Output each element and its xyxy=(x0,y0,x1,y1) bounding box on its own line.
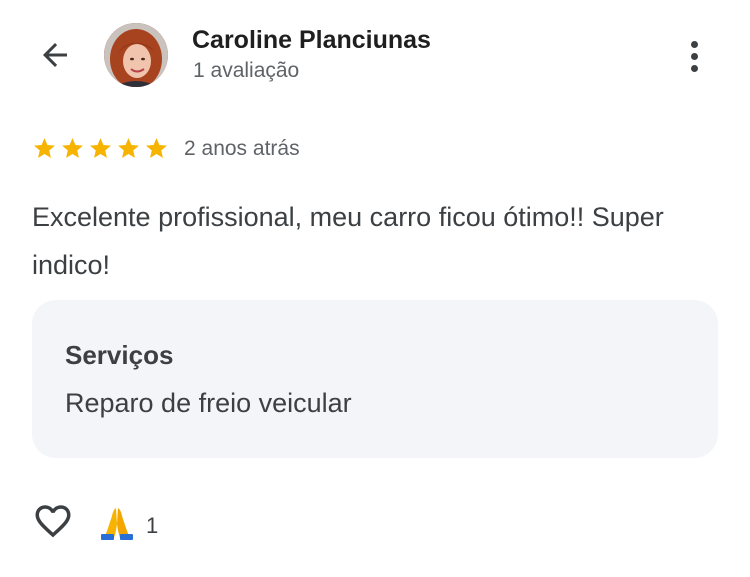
star-rating xyxy=(32,136,169,161)
more-vert-icon xyxy=(690,40,698,48)
reaction-count: 1 xyxy=(146,512,159,538)
reviewer-name[interactable]: Caroline Planciunas xyxy=(192,26,431,55)
more-vert-icon-dot xyxy=(690,52,698,60)
reaction-button[interactable]: 1 xyxy=(98,504,158,547)
services-value: Reparo de freio veicular xyxy=(65,388,352,418)
review-count: 1 avaliação xyxy=(193,59,300,82)
review-text: Excelente profissional, meu carro ficou … xyxy=(32,202,664,280)
star-icon xyxy=(62,138,83,158)
heart-outline-icon xyxy=(32,500,74,547)
folded-hands-icon xyxy=(98,504,136,547)
avatar[interactable] xyxy=(104,23,168,87)
star-icon xyxy=(90,138,111,158)
star-icon xyxy=(146,138,167,158)
more-vert-icon-dot xyxy=(690,64,698,72)
more-options-button[interactable] xyxy=(672,34,716,78)
services-title: Serviços xyxy=(65,340,174,370)
arrow-back-icon xyxy=(37,37,73,78)
star-icon xyxy=(118,138,139,158)
review-time: 2 anos atrás xyxy=(184,137,300,160)
services-card: Serviços Reparo de freio veicular xyxy=(32,300,718,458)
back-button[interactable] xyxy=(30,32,80,82)
like-button[interactable] xyxy=(30,500,76,546)
star-icon xyxy=(34,138,55,158)
